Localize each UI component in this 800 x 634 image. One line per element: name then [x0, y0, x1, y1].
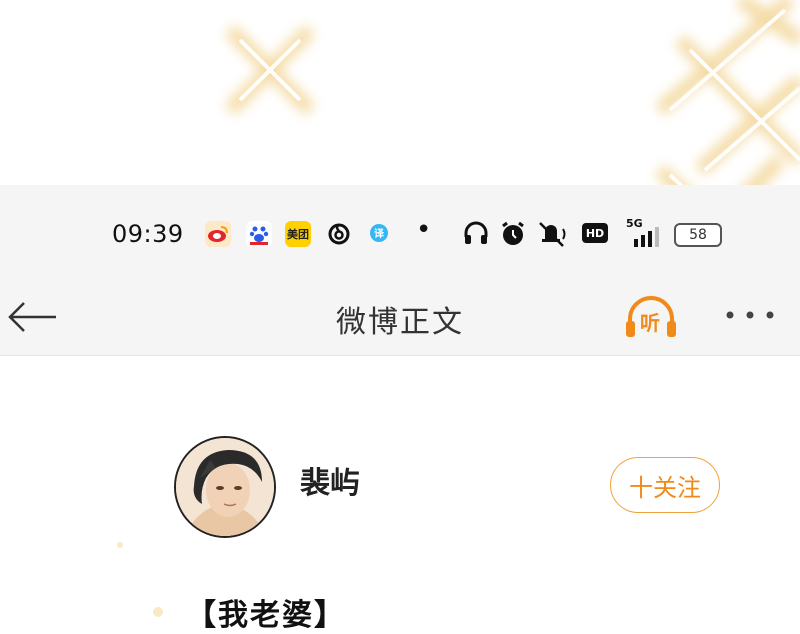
- baidu-icon: [246, 221, 272, 247]
- notification-dot: •: [416, 215, 432, 245]
- status-time: 09:39: [112, 220, 184, 248]
- post-title: 【我老婆】: [186, 598, 346, 633]
- author-name[interactable]: 裴屿: [300, 458, 360, 502]
- svg-text:译: 译: [374, 227, 385, 240]
- status-bar: 09:39 美团 译 • HD 5G 58: [0, 185, 800, 285]
- netease-music-icon: [326, 221, 352, 247]
- weibo-icon: [205, 221, 231, 247]
- hd-icon: HD: [582, 223, 608, 243]
- meituan-icon: 美团: [285, 221, 311, 247]
- listen-button[interactable]: 听: [622, 293, 680, 341]
- page-title: 微博正文: [336, 305, 464, 340]
- alarm-icon: [502, 221, 524, 245]
- listen-label: 听: [640, 311, 660, 335]
- translate-icon: 译: [366, 221, 392, 247]
- battery-indicator: 58: [674, 223, 722, 247]
- mute-icon: [539, 222, 566, 247]
- more-options-icon[interactable]: [722, 303, 782, 327]
- author-row: 裴屿 十关注: [0, 430, 800, 540]
- meituan-label: 美团: [287, 228, 309, 241]
- avatar[interactable]: [174, 436, 276, 538]
- avatar-illustration: [176, 438, 274, 536]
- signal-icon: [634, 227, 659, 247]
- headphones-icon: [464, 221, 488, 244]
- navigation-bar: 微博正文 听: [0, 285, 800, 355]
- follow-button[interactable]: 十关注: [610, 457, 720, 513]
- top-bar: 09:39 美团 译 • HD 5G 58 微博正文 听: [0, 185, 800, 356]
